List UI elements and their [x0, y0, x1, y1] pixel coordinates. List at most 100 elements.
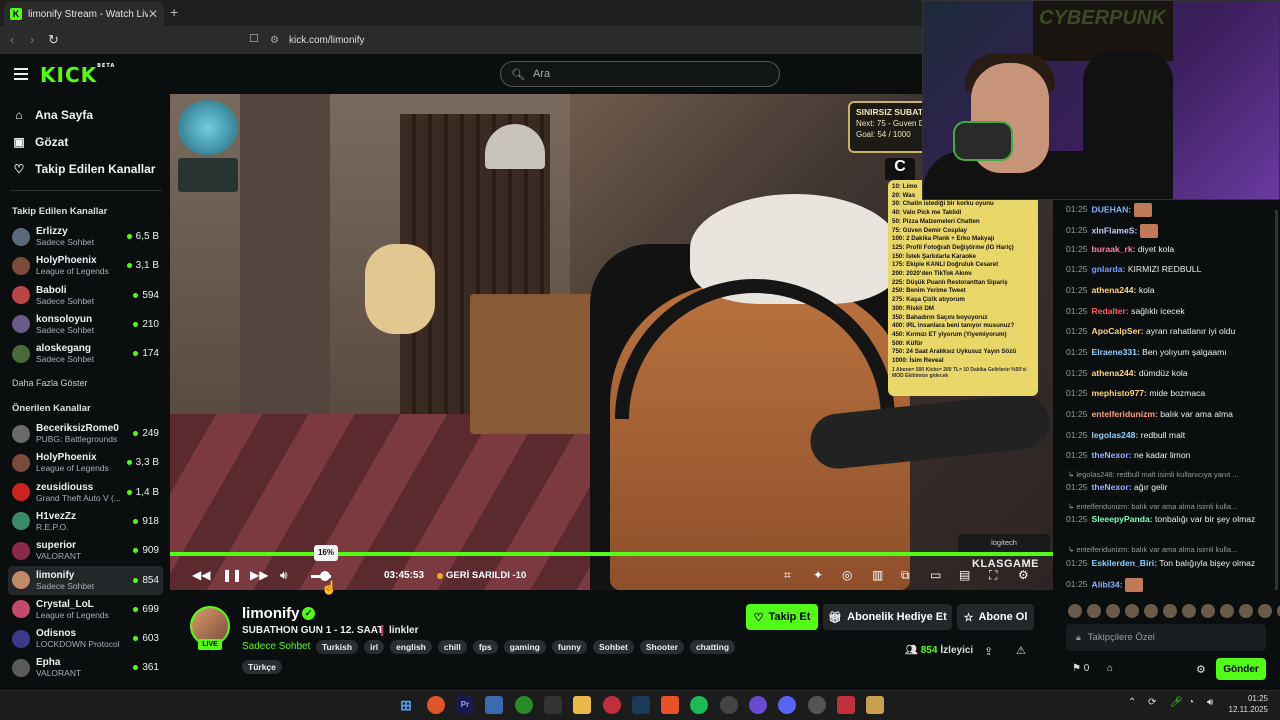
theater-icon[interactable]: ▭	[930, 568, 941, 582]
chat-message[interactable]: 01:25 athena244: kola	[1066, 285, 1266, 295]
chat-message[interactable]: 01:25 xlnFlameS:	[1066, 224, 1266, 238]
channel-name[interactable]: limonify	[242, 605, 300, 622]
nav-home[interactable]: ⌂ Ana Sayfa	[12, 108, 93, 122]
mic-icon[interactable]: 🎤︎	[1170, 697, 1183, 708]
tray-expand-icon[interactable]: ⌃	[1128, 697, 1136, 708]
tag-turkish[interactable]: Türkçe	[242, 660, 282, 674]
tag[interactable]: fps	[472, 640, 498, 654]
folder-icon[interactable]	[573, 696, 591, 714]
xbox-icon[interactable]	[515, 696, 533, 714]
reply-context[interactable]: ↳ legolas248: redbull malt isimli kullan…	[1068, 470, 1268, 479]
tag[interactable]: Shooter	[639, 640, 684, 654]
chat-username[interactable]: theNexor:	[1092, 450, 1132, 460]
chat-username[interactable]: SleeepyPanda:	[1092, 514, 1153, 524]
firefox-icon[interactable]	[427, 696, 445, 714]
monitor-icon[interactable]	[485, 696, 503, 714]
search-input[interactable]: 🔍︎ Ara	[500, 61, 780, 87]
clip-icon[interactable]: ⌗	[784, 568, 791, 583]
tag[interactable]: chatting	[689, 640, 736, 654]
chat-username[interactable]: athena244:	[1092, 368, 1137, 378]
nav-following[interactable]: ♡ Takip Edilen Kanallar	[12, 162, 156, 176]
sidebar-channel[interactable]: Baboli Sadece Sohbet 594	[8, 281, 163, 310]
chat-message[interactable]: 01:25 legolas248: redbull malt	[1066, 430, 1266, 440]
sidebar-channel[interactable]: zeusidiouss Grand Theft Auto V (... 1,4 B	[8, 478, 163, 507]
tag[interactable]: gaming	[503, 640, 546, 654]
chat-username[interactable]: ApoCalpSer:	[1092, 326, 1144, 336]
cinema-icon[interactable]: ▤	[959, 568, 970, 582]
taskbar-clock[interactable]: 01:25 12.11.2025	[1228, 693, 1268, 715]
fullscreen-icon[interactable]: ⛶	[989, 568, 997, 583]
chat-username[interactable]: Eskilerden_Biri:	[1092, 558, 1157, 568]
sidebar-channel[interactable]: H1vezZz R.E.P.O. 918	[8, 507, 163, 536]
chat-message[interactable]: 01:25 Alibl34:	[1066, 578, 1266, 592]
report-icon[interactable]: ⚠	[1016, 644, 1026, 657]
close-tab-icon[interactable]: ✕	[148, 7, 158, 21]
menu-icon[interactable]	[14, 68, 28, 80]
sidebar-channel[interactable]: HolyPhoenix League of Legends 3,1 B	[8, 251, 163, 280]
kick-logo[interactable]: KICKBETA	[40, 63, 115, 87]
chat-username[interactable]: Alibl34:	[1092, 579, 1123, 589]
sidebar-channel[interactable]: Odisnos LOCKDOWN Protocol 603	[8, 624, 163, 653]
gift-sub-button[interactable]: 🎁︎ Abonelik Hediye Et	[823, 604, 952, 630]
chat-username[interactable]: gnlarda:	[1092, 264, 1126, 274]
rewind-status[interactable]: GERİ SARILDI -10	[437, 570, 526, 581]
wifi-icon[interactable]: ◔	[1188, 697, 1194, 708]
chat-settings-icon[interactable]: ⚙	[1196, 663, 1206, 676]
chat-username[interactable]: DUEHAN:	[1092, 204, 1132, 214]
reload-icon[interactable]: ↻	[48, 32, 59, 48]
forward-icon[interactable]: ›	[30, 32, 34, 47]
discord-icon[interactable]	[778, 696, 796, 714]
sidebar-channel[interactable]: aloskegang Sadece Sohbet 174	[8, 339, 163, 368]
chat-username[interactable]: theNexor:	[1092, 482, 1132, 492]
url-field[interactable]: ⚙ kick.com/limonify	[270, 30, 920, 50]
sparkle-icon[interactable]: ✦	[813, 568, 823, 582]
chat-message[interactable]: 01:25 Redalter: sağlıklı icecek	[1066, 306, 1266, 316]
tag[interactable]: funny	[551, 640, 588, 654]
premiere-icon[interactable]: Pr	[456, 696, 474, 714]
brave-icon[interactable]	[661, 696, 679, 714]
tag[interactable]: Turkish	[316, 640, 359, 654]
chat-message[interactable]: 01:25 SleeepyPanda: tonbalığı var bir şey…	[1066, 514, 1266, 524]
app2-icon[interactable]	[749, 696, 767, 714]
chat-scrollbar[interactable]	[1275, 210, 1278, 590]
emote-bar[interactable]	[1068, 604, 1280, 618]
subscribe-button[interactable]: ☆ Abone Ol	[957, 604, 1034, 630]
chat-username[interactable]: Elraene331:	[1092, 347, 1140, 357]
pip-icon[interactable]: ⧉	[901, 568, 910, 583]
send-button[interactable]: Gönder	[1216, 658, 1266, 680]
new-tab-button[interactable]: +	[170, 4, 178, 20]
tag[interactable]: english	[390, 640, 432, 654]
show-more-link[interactable]: Daha Fazla Göster	[12, 378, 88, 388]
follow-button[interactable]: ♡ Takip Et	[746, 604, 818, 630]
settings-icon[interactable]: ⚙	[1018, 568, 1029, 582]
sidebar-channel[interactable]: superior VALORANT 909	[8, 536, 163, 565]
spotify-icon[interactable]	[690, 696, 708, 714]
seek-bar[interactable]	[170, 552, 1053, 556]
pause-icon[interactable]: ❚❚	[222, 568, 242, 582]
chat-message[interactable]: 01:25 buraak_rk: diyet kola	[1066, 244, 1266, 254]
chat-message[interactable]: 01:25 theNexor: ağır gelir	[1066, 482, 1266, 492]
chat-message[interactable]: 01:25 theNexor: ne kadar limon	[1066, 450, 1266, 460]
stats-icon[interactable]: ▥	[872, 568, 883, 582]
nav-browse[interactable]: ▣ Gözat	[12, 135, 68, 149]
bookmark-icon[interactable]: ☐	[249, 32, 259, 45]
sidebar-channel[interactable]: BeceriksizRome0 PUBG: Battlegrounds 249	[8, 419, 163, 448]
chat-username[interactable]: entelferidunizm:	[1092, 409, 1158, 419]
chat-username[interactable]: mephisto977:	[1092, 388, 1147, 398]
category-link[interactable]: Sadece Sohbet	[242, 641, 310, 652]
reply-context[interactable]: ↳ entelferidunizm: balık var ama alma is…	[1068, 545, 1268, 554]
steam-icon[interactable]	[632, 696, 650, 714]
chat-message[interactable]: 01:25 athena244: dümdüz kola	[1066, 368, 1266, 378]
epic-icon[interactable]	[544, 696, 562, 714]
kicks-balance[interactable]: ⚑ 0	[1072, 663, 1089, 674]
app4-icon[interactable]	[866, 696, 884, 714]
chat-username[interactable]: xlnFlameS:	[1092, 225, 1138, 235]
speed-icon[interactable]: ◎	[842, 568, 852, 582]
links-link[interactable]: linkler	[389, 625, 418, 636]
back-icon[interactable]: ‹	[10, 32, 14, 47]
obs-icon[interactable]	[720, 696, 738, 714]
chat-username[interactable]: Redalter:	[1092, 306, 1129, 316]
app3-icon[interactable]	[837, 696, 855, 714]
chat-message[interactable]: 01:25 entelferidunizm: balık var ama alma	[1066, 409, 1266, 419]
settings-app-icon[interactable]	[808, 696, 826, 714]
